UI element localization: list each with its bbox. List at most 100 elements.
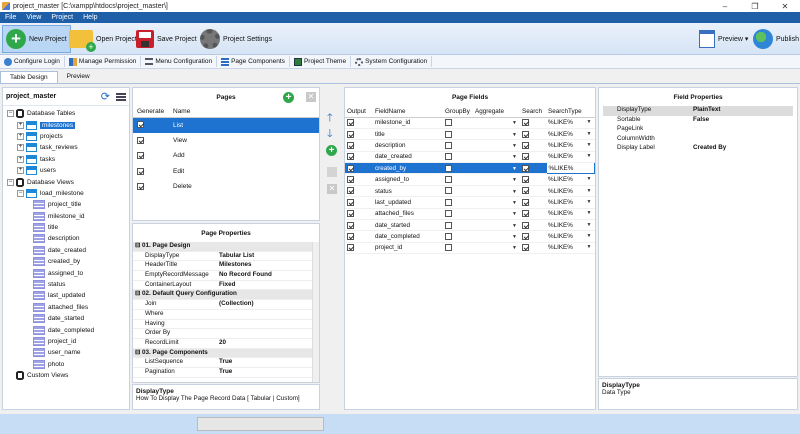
search-type[interactable]: %LIKE% xyxy=(548,153,573,160)
menu-view[interactable]: View xyxy=(21,14,46,21)
tree-node-field[interactable]: date_completed xyxy=(3,324,129,335)
output-checkbox[interactable] xyxy=(347,233,354,241)
field-property-row[interactable]: ColumnWidth xyxy=(603,135,793,145)
collapse-icon[interactable]: − xyxy=(7,110,14,118)
generate-checkbox[interactable] xyxy=(137,121,144,129)
chevron-down-icon[interactable]: ▼ xyxy=(512,211,517,217)
output-checkbox[interactable] xyxy=(347,130,354,138)
groupby-checkbox[interactable] xyxy=(445,164,452,172)
search-checkbox[interactable] xyxy=(522,221,529,229)
system-configuration-button[interactable]: System Configuration xyxy=(351,56,433,67)
close-button[interactable]: ✕ xyxy=(770,2,800,11)
move-down-icon[interactable]: 🡓 xyxy=(327,125,333,144)
tree-node-field[interactable]: status xyxy=(3,279,129,290)
search-type[interactable]: %LIKE% xyxy=(549,165,574,172)
add-page-icon[interactable]: + xyxy=(283,92,294,103)
output-checkbox[interactable] xyxy=(347,141,354,149)
search-checkbox[interactable] xyxy=(522,244,529,252)
groupby-checkbox[interactable] xyxy=(445,187,452,195)
output-checkbox[interactable] xyxy=(347,119,354,127)
remove-field-icon[interactable]: ✕ xyxy=(327,184,337,194)
property-category[interactable]: ⊟ 01. Page Design xyxy=(133,242,319,252)
groupby-checkbox[interactable] xyxy=(445,233,452,241)
chevron-down-icon[interactable]: ▼ xyxy=(587,119,592,125)
property-row[interactable]: HeaderTitle Milestones xyxy=(133,261,319,272)
property-value[interactable]: No Record Found xyxy=(219,271,319,280)
property-row[interactable]: ContainerLayout Fixed xyxy=(133,281,319,291)
property-row[interactable]: RecordLimit 20 xyxy=(133,339,319,349)
property-value[interactable] xyxy=(693,125,793,135)
chevron-down-icon[interactable]: ▼ xyxy=(512,143,517,149)
tree-node-table[interactable]: + task_reviews xyxy=(3,142,129,153)
chevron-down-icon[interactable]: ▼ xyxy=(587,222,592,228)
add-field-icon[interactable]: + xyxy=(326,145,337,156)
groupby-checkbox[interactable] xyxy=(445,244,452,252)
chevron-down-icon[interactable]: ▼ xyxy=(587,153,592,159)
page-row[interactable]: List xyxy=(133,117,319,133)
menu-help[interactable]: Help xyxy=(78,14,102,21)
chevron-down-icon[interactable]: ▼ xyxy=(512,200,517,206)
tree-node-view[interactable]: − load_milestone xyxy=(3,188,129,199)
preview-button[interactable]: Preview ▾ xyxy=(696,25,751,53)
minimize-button[interactable]: – xyxy=(710,2,740,11)
groupby-checkbox[interactable] xyxy=(445,153,452,161)
tree-node-field[interactable]: date_created xyxy=(3,245,129,256)
field-option-icon[interactable] xyxy=(327,167,337,177)
hamburger-menu-icon[interactable] xyxy=(116,92,126,101)
generate-checkbox[interactable] xyxy=(137,167,144,175)
property-row[interactable]: Pagination True xyxy=(133,368,319,378)
search-checkbox[interactable] xyxy=(522,187,529,195)
field-row[interactable]: status ▼ %LIKE% ▼ xyxy=(345,185,595,198)
property-value[interactable] xyxy=(219,329,319,338)
expand-icon[interactable]: + xyxy=(17,167,24,175)
groupby-checkbox[interactable] xyxy=(445,141,452,149)
menu-file[interactable]: File xyxy=(0,14,21,21)
field-property-row[interactable]: Display Label Created By xyxy=(603,144,793,154)
chevron-down-icon[interactable]: ▼ xyxy=(512,132,517,138)
expand-icon[interactable]: + xyxy=(17,144,24,152)
property-value[interactable] xyxy=(219,320,319,329)
output-checkbox[interactable] xyxy=(347,198,354,206)
page-row[interactable]: Add xyxy=(133,148,319,164)
generate-checkbox[interactable] xyxy=(137,152,144,160)
tree-node-database-views[interactable]: − Database Views xyxy=(3,176,129,187)
field-row[interactable]: milestone_id ▼ %LIKE% ▼ xyxy=(345,117,595,129)
search-type[interactable]: %LIKE% xyxy=(548,222,573,229)
property-value[interactable]: (Collection) xyxy=(219,300,319,309)
search-checkbox[interactable] xyxy=(522,233,529,241)
menu-configuration-button[interactable]: Menu Configuration xyxy=(141,56,218,67)
field-row[interactable]: date_completed ▼ %LIKE% ▼ xyxy=(345,230,595,243)
property-value[interactable]: Fixed xyxy=(219,281,319,290)
groupby-checkbox[interactable] xyxy=(445,176,452,184)
field-row[interactable]: date_created ▼ %LIKE% ▼ xyxy=(345,151,595,164)
property-row[interactable]: Where xyxy=(133,310,319,320)
field-row[interactable]: title ▼ %LIKE% ▼ xyxy=(345,128,595,141)
generate-checkbox[interactable] xyxy=(137,136,144,144)
chevron-down-icon[interactable]: ▼ xyxy=(587,176,592,182)
project-settings-button[interactable]: Project Settings xyxy=(197,25,275,53)
chevron-down-icon[interactable]: ▼ xyxy=(512,154,517,160)
chevron-down-icon[interactable]: ▼ xyxy=(587,131,592,137)
tree-node-field[interactable]: description xyxy=(3,233,129,244)
chevron-down-icon[interactable]: ▼ xyxy=(512,166,517,172)
chevron-down-icon[interactable]: ▼ xyxy=(587,199,592,205)
field-property-row[interactable]: DisplayType PlainText xyxy=(603,106,793,116)
property-row[interactable]: ListSequence True xyxy=(133,358,319,368)
tree-node-table[interactable]: + projects xyxy=(3,131,129,142)
tree-node-field[interactable]: project_title xyxy=(3,199,129,210)
property-value[interactable]: False xyxy=(693,116,793,126)
tree-node-database-tables[interactable]: − Database Tables xyxy=(3,108,129,119)
field-row[interactable]: last_updated ▼ %LIKE% ▼ xyxy=(345,196,595,209)
page-row[interactable]: Delete xyxy=(133,179,319,195)
groupby-checkbox[interactable] xyxy=(445,119,452,127)
expand-icon[interactable]: + xyxy=(17,132,24,140)
chevron-down-icon[interactable]: ▼ xyxy=(586,165,591,171)
property-row[interactable]: DisplayType Tabular List xyxy=(133,252,319,262)
project-theme-button[interactable]: Project Theme xyxy=(290,56,352,67)
search-checkbox[interactable] xyxy=(522,210,529,218)
field-row[interactable]: attached_files ▼ %LIKE% ▼ xyxy=(345,208,595,221)
field-row[interactable]: project_id ▼ %LIKE% ▼ xyxy=(345,242,595,255)
page-components-button[interactable]: Page Components xyxy=(217,56,290,67)
property-category[interactable]: ⊟ 02. Default Query Configuration xyxy=(133,290,319,301)
search-type[interactable]: %LIKE% xyxy=(548,131,573,138)
